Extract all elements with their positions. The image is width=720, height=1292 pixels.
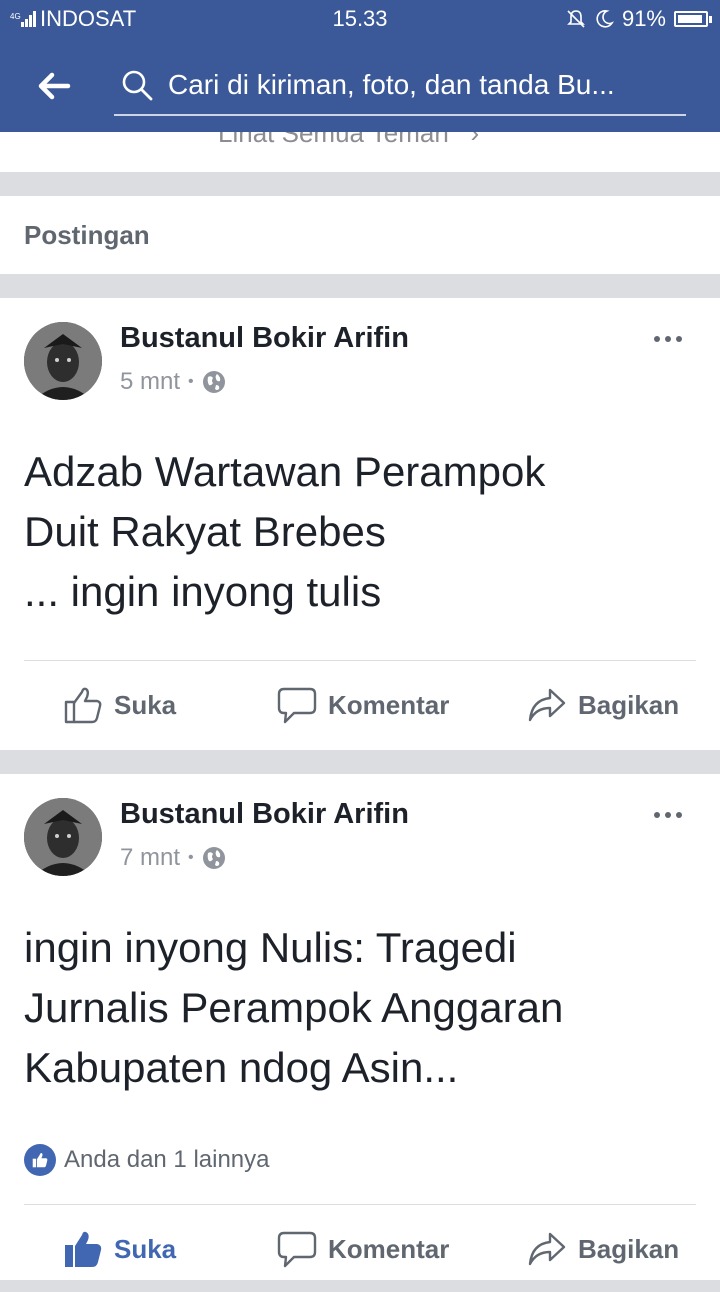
globe-icon — [202, 847, 225, 869]
meta-separator: • — [188, 849, 194, 866]
like-reaction-icon — [24, 1144, 56, 1176]
status-bar: 4G INDOSAT 15.33 91% — [0, 0, 720, 36]
avatar-image — [24, 322, 102, 400]
friends-section: Lihat Semua Teman › — [0, 132, 720, 172]
comment-label: Komentar — [328, 1233, 450, 1264]
search-header — [0, 36, 720, 132]
back-arrow-icon[interactable] — [34, 66, 74, 106]
action-divider — [24, 1204, 696, 1205]
search-icon — [122, 70, 153, 101]
post-text-line: Adzab Wartawan Perampok — [24, 448, 546, 495]
posts-section-header: Postingan — [0, 196, 720, 274]
comment-label: Komentar — [328, 689, 450, 720]
battery-icon — [674, 11, 712, 27]
search-box[interactable] — [114, 58, 686, 116]
battery-fill — [678, 15, 702, 23]
post-text-line: Kabupaten ndog Asin... — [24, 1044, 459, 1091]
like-button[interactable]: Suka — [62, 662, 176, 748]
chevron-right-icon: › — [456, 132, 480, 148]
share-button[interactable]: Bagikan — [526, 1206, 679, 1292]
post-meta: 7 mnt • — [120, 844, 226, 872]
post-card: Bustanul Bokir Arifin 5 mnt • Adzab Wart… — [0, 298, 720, 750]
thumbs-up-filled-icon — [65, 1231, 102, 1267]
post-text-line: Jurnalis Perampok Anggaran — [24, 984, 564, 1031]
like-label: Suka — [114, 1233, 177, 1264]
share-icon — [528, 1232, 566, 1266]
share-button[interactable]: Bagikan — [526, 662, 679, 748]
avatar-image — [24, 798, 102, 876]
post-text-line: Duit Rakyat Brebes — [24, 508, 386, 555]
meta-separator: • — [188, 373, 194, 390]
avatar[interactable] — [24, 798, 102, 876]
comment-button[interactable]: Komentar — [276, 1206, 449, 1292]
post-card: Bustanul Bokir Arifin 7 mnt • ingin inyo… — [0, 774, 720, 1280]
battery-percent: 91% — [621, 6, 666, 31]
post-actions: Suka Komentar Bagikan — [0, 1206, 720, 1292]
post-text-line: ingin inyong Nulis: Tragedi — [24, 924, 517, 971]
share-label: Bagikan — [578, 1233, 680, 1264]
post-time[interactable]: 7 mnt — [120, 844, 180, 872]
share-icon — [528, 688, 566, 722]
comment-icon — [277, 687, 317, 724]
status-right: 91% — [566, 6, 712, 32]
like-label: Suka — [114, 689, 177, 720]
comment-button[interactable]: Komentar — [276, 662, 449, 748]
post-time[interactable]: 5 mnt — [120, 368, 180, 396]
search-input[interactable] — [168, 64, 678, 106]
more-options-icon[interactable] — [654, 812, 682, 818]
post-author[interactable]: Bustanul Bokir Arifin — [120, 798, 409, 831]
action-divider — [24, 660, 696, 661]
reactions-text: Anda dan 1 lainnya — [64, 1146, 270, 1173]
post-text: ingin inyong Nulis: Tragedi Jurnalis Per… — [24, 918, 694, 1098]
see-all-friends-link[interactable]: Lihat Semua Teman › — [218, 132, 479, 149]
comment-icon — [277, 1231, 317, 1268]
post-meta: 5 mnt • — [120, 368, 226, 396]
globe-icon — [202, 371, 225, 393]
share-label: Bagikan — [578, 689, 680, 720]
avatar[interactable] — [24, 322, 102, 400]
see-all-friends-label: Lihat Semua Teman — [218, 132, 449, 148]
bell-off-icon — [567, 10, 585, 28]
like-button[interactable]: Suka — [62, 1206, 176, 1292]
post-author[interactable]: Bustanul Bokir Arifin — [120, 322, 409, 355]
section-title: Postingan — [24, 220, 150, 250]
thumbs-up-icon — [64, 687, 102, 724]
post-actions: Suka Komentar Bagikan — [0, 662, 720, 748]
moon-icon — [596, 10, 614, 28]
post-text: Adzab Wartawan Perampok Duit Rakyat Breb… — [24, 442, 694, 622]
post-text-line: ... ingin inyong tulis — [24, 568, 382, 615]
more-options-icon[interactable] — [654, 336, 682, 342]
reactions-summary[interactable]: Anda dan 1 lainnya — [24, 1144, 270, 1176]
